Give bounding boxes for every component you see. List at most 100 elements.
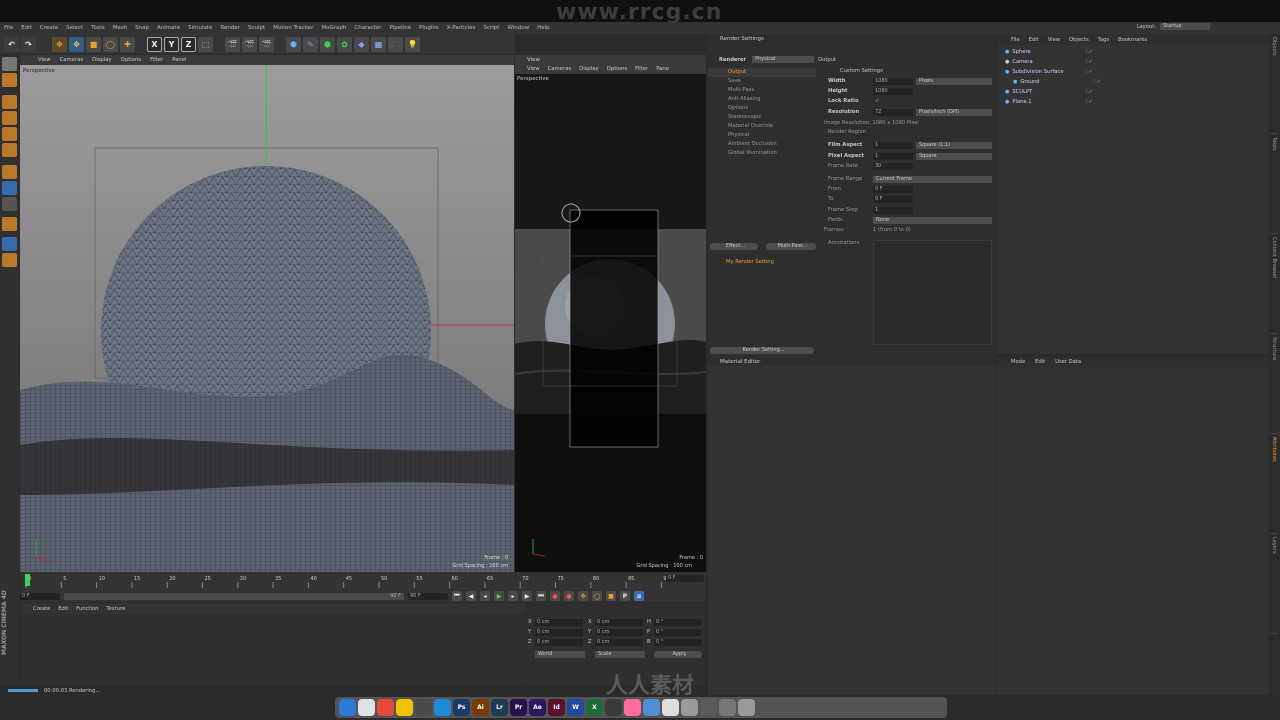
dock-app-ai-icon[interactable]: Ai [472, 699, 489, 716]
viewport-right-menu-pane[interactable]: Pane [656, 66, 669, 72]
viewport-left-menu-filter[interactable]: Filter [150, 57, 163, 63]
render-settings-item-options[interactable]: Options [708, 104, 816, 113]
key-rotate-icon[interactable]: ◯ [592, 591, 602, 601]
viewport-left-menu-display[interactable]: Display [92, 57, 112, 63]
multipass-button[interactable]: Multi-Pass... [766, 243, 816, 250]
size-z-field[interactable]: 0 cm [595, 639, 643, 646]
cube-icon[interactable]: ⬢ [286, 36, 301, 52]
menu-item-animate[interactable]: Animate [157, 25, 180, 31]
render-settings-item-stereoscopic[interactable]: Stereoscopic [708, 113, 816, 122]
rot-p-field[interactable]: 0 ° [654, 629, 702, 636]
viewport-right-menu-display[interactable]: Display [579, 66, 599, 72]
menu-item-tools[interactable]: Tools [91, 25, 105, 31]
solo-icon[interactable] [2, 253, 17, 267]
render-setting-button[interactable]: Render Setting... [710, 347, 814, 354]
workplane-icon[interactable] [2, 95, 17, 109]
viewport-right-menu-options[interactable]: Options [607, 66, 627, 72]
key-move-icon[interactable]: ✥ [578, 591, 588, 601]
right-tab-layers[interactable]: Layers [1270, 534, 1278, 634]
menu-item-create[interactable]: Create [40, 25, 58, 31]
light-icon[interactable]: 💡 [405, 36, 420, 52]
render-setting-item[interactable]: My Render Setting [726, 259, 774, 265]
material-menu-edit[interactable]: Edit [58, 606, 68, 612]
object-menu-bookmarks[interactable]: Bookmarks [1118, 37, 1147, 43]
render-settings-item-save[interactable]: Save [708, 77, 816, 86]
object-row[interactable]: ● SCULPT ⁝ ✓ [997, 87, 1269, 97]
move-icon[interactable]: ✥ [52, 36, 67, 52]
lock-ratio-checkbox[interactable]: ✓ [875, 98, 879, 104]
menu-item-simulate[interactable]: Simulate [188, 25, 212, 31]
height-field[interactable]: 1080 [873, 88, 913, 95]
viewport-left-menu-view[interactable]: View [38, 57, 51, 63]
preview-range-slider[interactable]: 90 F [64, 592, 404, 600]
menu-item-motion-tracker[interactable]: Motion Tracker [273, 25, 313, 31]
apply-button[interactable]: Apply [654, 651, 702, 658]
visibility-toggle-icon[interactable]: ⁝ ✓ [1085, 57, 1093, 67]
playhead[interactable] [25, 574, 30, 586]
dock-app-icon[interactable] [738, 699, 755, 716]
visibility-toggle-icon[interactable]: ⁝ ✓ [1085, 47, 1093, 57]
polygons-mode-icon[interactable] [2, 143, 17, 157]
object-row[interactable]: ● Ground ⁝ ✓ [997, 77, 1269, 87]
scale-icon[interactable]: ■ [86, 36, 101, 52]
dock-app-ae-icon[interactable]: Ae [529, 699, 546, 716]
frame-range-dropdown[interactable]: Current Frame [873, 176, 992, 183]
annotations-textarea[interactable] [873, 240, 992, 345]
right-tab-attributes[interactable]: Attributes [1270, 434, 1278, 534]
dock-app-icon[interactable] [605, 699, 622, 716]
object-menu-file[interactable]: File [1011, 37, 1020, 43]
layout-dropdown[interactable]: Startup [1160, 23, 1210, 30]
dock-app-icon[interactable] [434, 699, 451, 716]
move-tool-icon[interactable]: ✚ [120, 36, 135, 52]
pos-z-field[interactable]: 0 cm [535, 639, 583, 646]
viewport-right[interactable]: View View Cameras Display Options Filter Pane… [515, 55, 706, 572]
dock-app-icon[interactable] [377, 699, 394, 716]
menu-item-sculpt[interactable]: Sculpt [248, 25, 265, 31]
redo-icon[interactable]: ↷ [21, 36, 36, 52]
menu-item-file[interactable]: File [4, 25, 13, 31]
visibility-toggle-icon[interactable]: ⁝ ✓ [1085, 87, 1093, 97]
visibility-toggle-icon[interactable]: ⁝ ✓ [1085, 67, 1093, 77]
renderer-dropdown[interactable]: Physical [752, 56, 815, 63]
render-settings-item-multi-pass[interactable]: Multi-Pass [708, 86, 816, 95]
step-back-icon[interactable]: ◂ [480, 591, 490, 601]
texture-mode-icon[interactable] [2, 73, 17, 87]
resolution-field[interactable]: 72 [873, 109, 913, 116]
right-tab-objects[interactable]: Objects [1270, 34, 1278, 134]
render-view-icon[interactable]: 🎬 [225, 36, 240, 52]
right-tab-structure[interactable]: Structure [1270, 334, 1278, 434]
menu-item-mograph[interactable]: MoGraph [321, 25, 346, 31]
render-picture-viewer-icon[interactable]: 🎬 [242, 36, 257, 52]
pixel-aspect-field[interactable]: 1 [873, 153, 913, 160]
object-menu-tags[interactable]: Tags [1098, 37, 1109, 43]
material-menu-function[interactable]: Function [76, 606, 98, 612]
render-settings-item-anti-aliasing[interactable]: Anti-Aliasing [708, 95, 816, 104]
dock-app-icon[interactable] [415, 699, 432, 716]
size-x-field[interactable]: 0 cm [595, 619, 643, 626]
attributes-menu-edit[interactable]: Edit [1035, 359, 1045, 365]
object-row[interactable]: ● Plane.1 ⁝ ✓ [997, 97, 1269, 107]
render-settings-item-global-illumination[interactable]: Global Illumination [708, 149, 816, 158]
rot-b-field[interactable]: 0 ° [654, 639, 702, 646]
z-axis-icon[interactable]: Z [181, 36, 196, 52]
pixel-aspect-dropdown[interactable]: Square [916, 153, 992, 160]
frame-step-field[interactable]: 1 [873, 207, 913, 214]
menu-item-edit[interactable]: Edit [21, 25, 32, 31]
pos-y-field[interactable]: 0 cm [535, 629, 583, 636]
menu-item-plugins[interactable]: Plugins [419, 25, 439, 31]
render-settings-item-ambient-occlusion[interactable]: Ambient Occlusion [708, 140, 816, 149]
coord-system-icon[interactable]: ⬚ [198, 36, 213, 52]
render-settings-item-physical[interactable]: Physical [708, 131, 816, 140]
viewport-left-menu-panel[interactable]: Panel [172, 57, 186, 63]
tweak-mode-icon[interactable] [2, 181, 17, 195]
start-frame-field[interactable]: 0 F [20, 592, 60, 600]
floor-icon[interactable]: ▦ [371, 36, 386, 52]
axis-mode-icon[interactable] [2, 165, 17, 179]
width-unit-dropdown[interactable]: Pixels [916, 78, 992, 85]
dock-app-ps-icon[interactable]: Ps [453, 699, 470, 716]
planar-workplane-icon[interactable] [2, 237, 17, 251]
edges-mode-icon[interactable] [2, 127, 17, 141]
visibility-toggle-icon[interactable]: ⁝ ✓ [1093, 77, 1101, 87]
menu-item-help[interactable]: Help [537, 25, 550, 31]
dock-app-icon[interactable] [396, 699, 413, 716]
